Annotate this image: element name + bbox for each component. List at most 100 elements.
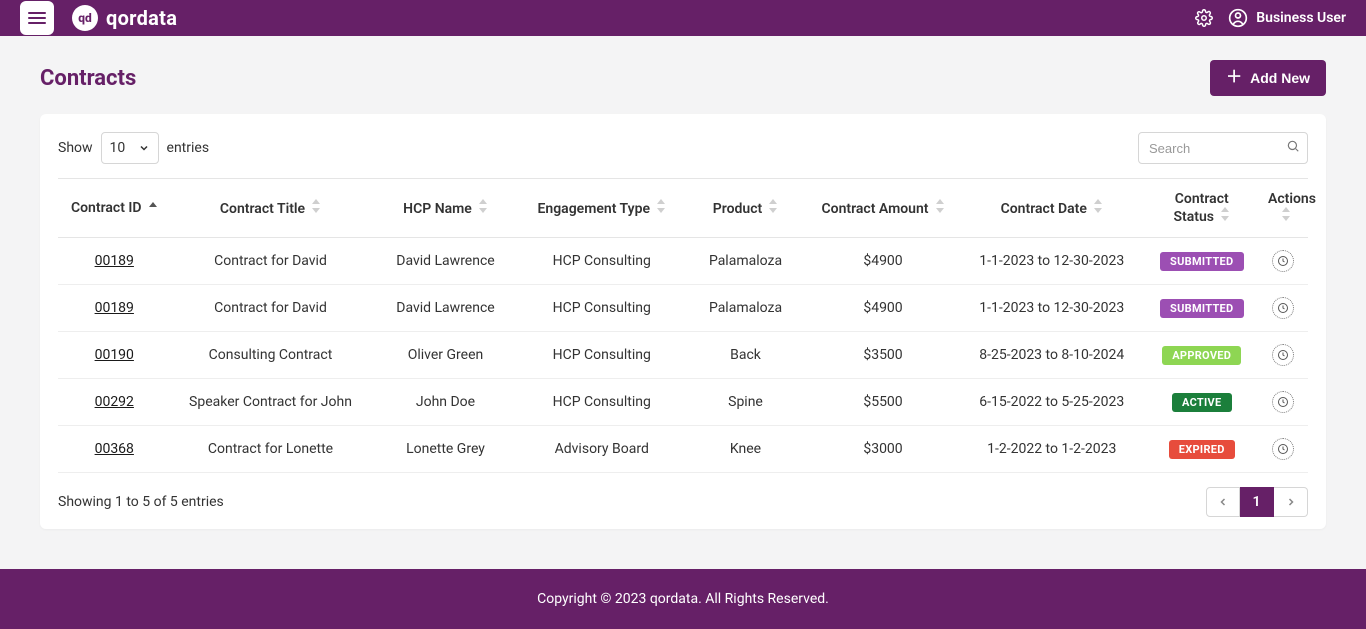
- hamburger-icon: [28, 17, 46, 19]
- column-header[interactable]: Contract Title: [171, 179, 371, 238]
- cell-hcp: John Doe: [371, 379, 521, 426]
- column-header-label: Contract Title: [220, 201, 305, 217]
- brand-name: qordata: [106, 6, 177, 30]
- column-header[interactable]: Contract Status: [1146, 179, 1259, 238]
- chevron-down-icon: [138, 142, 150, 154]
- contract-id-link[interactable]: 00292: [95, 394, 134, 410]
- status-badge: ACTIVE: [1172, 393, 1232, 412]
- table-row: 00189Contract for DavidDavid LawrenceHCP…: [58, 285, 1308, 332]
- table-row: 00190Consulting ContractOliver GreenHCP …: [58, 332, 1308, 379]
- contract-id-link[interactable]: 00189: [95, 253, 134, 269]
- column-header-label: Engagement Type: [538, 201, 651, 217]
- user-menu[interactable]: Business User: [1228, 8, 1346, 28]
- column-header-label: Contract ID: [71, 200, 142, 216]
- contract-id-link[interactable]: 00189: [95, 300, 134, 316]
- cell-date: 6-15-2022 to 5-25-2023: [958, 379, 1146, 426]
- column-header[interactable]: HCP Name: [371, 179, 521, 238]
- column-header[interactable]: Actions: [1258, 179, 1308, 238]
- cell-engagement: HCP Consulting: [521, 238, 684, 285]
- column-header-label: HCP Name: [403, 201, 472, 217]
- clock-icon: [1277, 396, 1289, 408]
- cell-hcp: Oliver Green: [371, 332, 521, 379]
- column-header[interactable]: Contract Date: [958, 179, 1146, 238]
- brand-logo-icon: qd: [72, 5, 98, 31]
- contract-id-link[interactable]: 00190: [95, 347, 134, 363]
- cell-product: Spine: [683, 379, 808, 426]
- clock-icon: [1277, 443, 1289, 455]
- sort-icon: [1093, 199, 1103, 213]
- table-row: 00368Contract for LonetteLonette GreyAdv…: [58, 426, 1308, 473]
- cell-product: Palamaloza: [683, 285, 808, 332]
- cell-engagement: HCP Consulting: [521, 379, 684, 426]
- site-footer: Copyright © 2023 qordata. All Rights Res…: [0, 569, 1366, 629]
- cell-date: 1-2-2022 to 1-2-2023: [958, 426, 1146, 473]
- status-badge: SUBMITTED: [1160, 252, 1244, 271]
- plus-icon: ＋: [1226, 70, 1242, 86]
- history-button[interactable]: [1272, 250, 1294, 272]
- cell-hcp: David Lawrence: [371, 238, 521, 285]
- user-icon: [1228, 8, 1248, 28]
- cell-amount: $3000: [808, 426, 958, 473]
- cell-date: 8-25-2023 to 8-10-2024: [958, 332, 1146, 379]
- table-summary: Showing 1 to 5 of 5 entries: [58, 494, 224, 510]
- cell-hcp: Lonette Grey: [371, 426, 521, 473]
- cell-amount: $4900: [808, 285, 958, 332]
- status-badge: APPROVED: [1162, 346, 1241, 365]
- sort-icon: [1281, 207, 1291, 221]
- status-badge: SUBMITTED: [1160, 299, 1244, 318]
- prev-page-button[interactable]: [1206, 487, 1240, 517]
- cell-hcp: David Lawrence: [371, 285, 521, 332]
- cell-amount: $3500: [808, 332, 958, 379]
- chevron-left-icon: [1217, 496, 1229, 508]
- sort-icon: [148, 202, 158, 212]
- cell-date: 1-1-2023 to 12-30-2023: [958, 285, 1146, 332]
- cell-title: Consulting Contract: [171, 332, 371, 379]
- menu-toggle-button[interactable]: [20, 1, 54, 35]
- sort-icon: [311, 199, 321, 213]
- cell-amount: $5500: [808, 379, 958, 426]
- footer-text: Copyright © 2023 qordata. All Rights Res…: [537, 591, 829, 607]
- show-label: Show: [58, 140, 93, 156]
- column-header-label: Product: [713, 201, 762, 217]
- clock-icon: [1277, 302, 1289, 314]
- page-number-button[interactable]: 1: [1240, 487, 1274, 517]
- brand[interactable]: qd qordata: [72, 5, 177, 31]
- sort-icon: [656, 199, 666, 213]
- column-header[interactable]: Product: [683, 179, 808, 238]
- page-size-control: Show 10 entries: [58, 132, 209, 164]
- contract-id-link[interactable]: 00368: [95, 441, 134, 457]
- cell-amount: $4900: [808, 238, 958, 285]
- settings-button[interactable]: [1194, 8, 1214, 28]
- search-input[interactable]: [1138, 132, 1308, 164]
- cell-date: 1-1-2023 to 12-30-2023: [958, 238, 1146, 285]
- history-button[interactable]: [1272, 391, 1294, 413]
- column-header-label: Actions: [1268, 191, 1316, 207]
- add-new-button[interactable]: ＋ Add New: [1210, 60, 1326, 96]
- page-title: Contracts: [40, 66, 136, 91]
- pagination: 1: [1206, 487, 1308, 517]
- cell-title: Contract for David: [171, 285, 371, 332]
- gear-icon: [1195, 9, 1213, 27]
- column-header[interactable]: Contract ID: [58, 179, 171, 238]
- page-number-label: 1: [1253, 494, 1261, 510]
- table-row: 00292Speaker Contract for JohnJohn DoeHC…: [58, 379, 1308, 426]
- cell-product: Knee: [683, 426, 808, 473]
- cell-engagement: Advisory Board: [521, 426, 684, 473]
- column-header-label: Contract Date: [1001, 201, 1087, 217]
- history-button[interactable]: [1272, 344, 1294, 366]
- chevron-right-icon: [1285, 496, 1297, 508]
- top-navbar: qd qordata Business User: [0, 0, 1366, 36]
- history-button[interactable]: [1272, 297, 1294, 319]
- status-badge: EXPIRED: [1169, 440, 1235, 459]
- page-size-value: 10: [110, 140, 126, 156]
- sort-icon: [935, 199, 945, 213]
- sort-icon: [478, 199, 488, 213]
- history-button[interactable]: [1272, 438, 1294, 460]
- column-header[interactable]: Engagement Type: [521, 179, 684, 238]
- next-page-button[interactable]: [1274, 487, 1308, 517]
- entries-label: entries: [167, 140, 210, 156]
- column-header[interactable]: Contract Amount: [808, 179, 958, 238]
- cell-product: Palamaloza: [683, 238, 808, 285]
- cell-title: Contract for David: [171, 238, 371, 285]
- page-size-select[interactable]: 10: [101, 132, 159, 164]
